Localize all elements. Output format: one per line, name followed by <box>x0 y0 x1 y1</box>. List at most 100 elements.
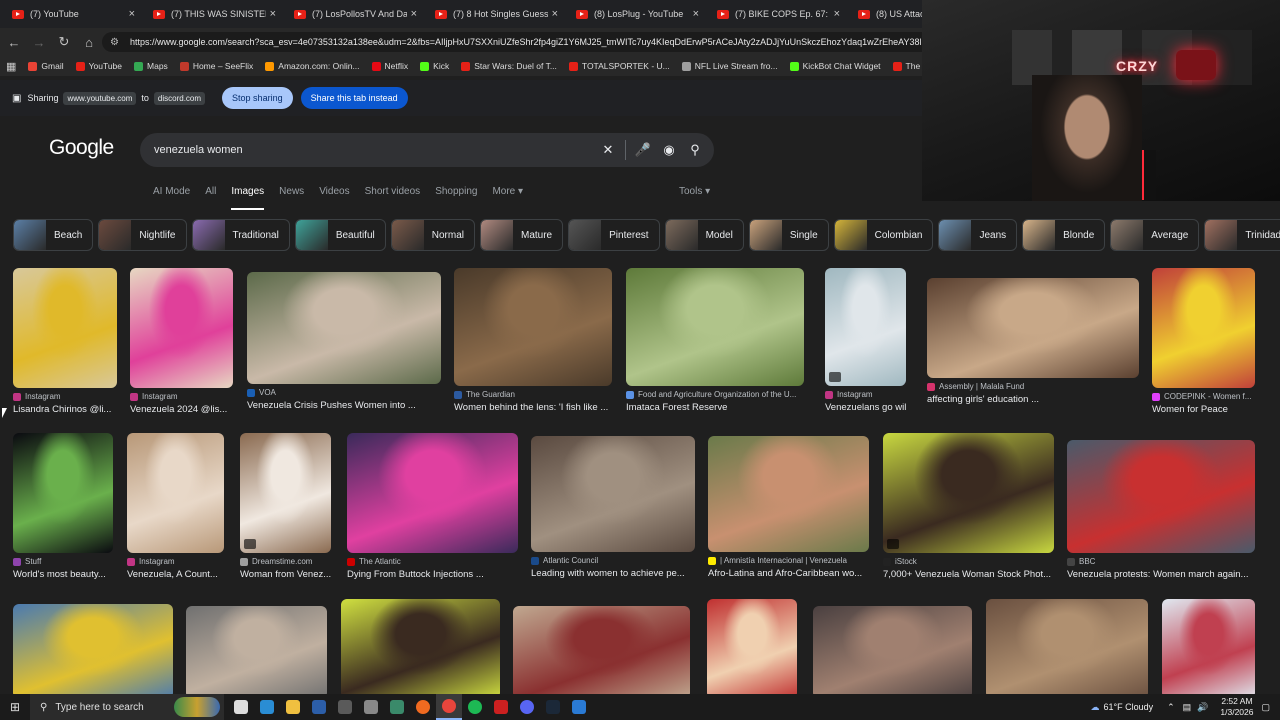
share-this-tab-button[interactable]: Share this tab instead <box>300 87 408 109</box>
result-image[interactable] <box>1152 268 1255 388</box>
browser-tab[interactable]: (7) 8 Hot Singles Guess W × <box>423 0 564 28</box>
result-image[interactable] <box>13 433 113 553</box>
result-title[interactable]: Women behind the lens: 'I fish like ... <box>454 402 612 413</box>
result-image[interactable] <box>927 278 1139 378</box>
close-icon[interactable]: × <box>411 8 417 20</box>
clock[interactable]: 2:52 AM 1/3/2026 <box>1220 696 1253 718</box>
tab-news[interactable]: News <box>279 186 304 210</box>
result-source[interactable]: CODEPINK - Women f... <box>1152 392 1255 401</box>
image-result[interactable]: Instagram Lisandra Chirinos @li... <box>13 268 117 415</box>
back-icon[interactable]: ← <box>3 31 25 53</box>
home-icon[interactable]: ⌂ <box>78 31 100 53</box>
image-result[interactable]: Atlantic Council Leading with women to ac… <box>531 436 695 579</box>
lens-camera-icon[interactable]: ◉ <box>656 142 682 158</box>
windows-start-icon[interactable]: ⊞ <box>2 694 28 720</box>
search-input[interactable]: venezuela women <box>154 144 595 156</box>
volume-icon[interactable]: 🔊 <box>1197 702 1208 713</box>
tools-button[interactable]: Tools ▾ <box>679 186 710 197</box>
result-title[interactable]: Venezuelans go wil... <box>825 402 906 413</box>
close-icon[interactable]: × <box>129 8 135 20</box>
result-source[interactable]: iStock <box>883 557 1054 566</box>
search-icon[interactable]: ⚲ <box>682 142 708 158</box>
result-image[interactable] <box>347 433 518 553</box>
result-title[interactable]: 7,000+ Venezuela Woman Stock Phot... <box>883 569 1054 580</box>
result-source[interactable]: The Atlantic <box>347 557 518 566</box>
result-title[interactable]: Venezuela Crisis Pushes Women into ... <box>247 400 441 411</box>
image-result[interactable] <box>186 606 327 697</box>
image-result[interactable] <box>1162 599 1255 697</box>
brave-icon[interactable] <box>410 694 436 720</box>
result-source[interactable]: Instagram <box>127 557 224 566</box>
image-result[interactable] <box>986 599 1148 697</box>
bookmark-item[interactable]: Home – SeeFlix <box>179 61 253 71</box>
browser-tab[interactable]: (7) LosPollosTV And Dad F × <box>282 0 423 28</box>
edge-icon[interactable] <box>254 694 280 720</box>
result-title[interactable]: affecting girls' education ... <box>927 394 1139 405</box>
image-result[interactable]: Stuff World's most beauty... <box>13 433 113 580</box>
result-image[interactable] <box>707 599 797 697</box>
result-source[interactable]: Stuff <box>13 557 113 566</box>
taskbar-search-placeholder[interactable]: Type here to search <box>55 702 143 713</box>
tab-images[interactable]: Images <box>231 186 265 210</box>
result-image[interactable] <box>186 606 327 697</box>
image-result[interactable]: Dreamstime.com Woman from Venez... <box>240 433 331 580</box>
browser-tab[interactable]: (7) BIKE COPS Ep. 67: One × <box>705 0 846 28</box>
chip-pinterest[interactable]: Pinterest <box>568 219 660 251</box>
result-source[interactable]: VOA <box>247 388 441 397</box>
chip-mature[interactable]: Mature <box>479 219 564 251</box>
result-source[interactable]: Dreamstime.com <box>240 557 331 566</box>
result-image[interactable] <box>1067 440 1255 553</box>
chip-beautiful[interactable]: Beautiful <box>294 219 386 251</box>
chevron-up-icon[interactable]: ⌃ <box>1167 702 1175 713</box>
calculator-icon[interactable] <box>332 694 358 720</box>
result-title[interactable]: Venezuela protests: Women march again... <box>1067 569 1255 580</box>
tab-ai-mode[interactable]: AI Mode <box>153 186 190 210</box>
image-result[interactable] <box>513 606 690 697</box>
bookmark-item[interactable]: YouTube <box>75 61 122 71</box>
bookmark-item[interactable]: Star Wars: Duel of T... <box>461 61 557 71</box>
result-image[interactable] <box>531 436 695 552</box>
result-source[interactable]: | Amnistía Internacional | Venezuela <box>708 556 869 565</box>
bookmark-item[interactable]: NFL Live Stream fro... <box>681 61 778 71</box>
image-result[interactable]: BBC Venezuela protests: Women march again… <box>1067 440 1255 580</box>
chip-jeans[interactable]: Jeans <box>938 219 1018 251</box>
browser-tab[interactable]: (8) LosPlug - YouTube × <box>564 0 705 28</box>
result-image[interactable] <box>986 599 1148 697</box>
result-image[interactable] <box>341 599 500 697</box>
result-image[interactable] <box>247 272 441 384</box>
bookmark-item[interactable]: Kick <box>420 61 449 71</box>
image-result[interactable]: iStock 7,000+ Venezuela Woman Stock Phot.… <box>883 433 1054 580</box>
result-image[interactable] <box>825 268 906 386</box>
bookmark-item[interactable]: TOTALSPORTEK - U... <box>568 61 670 71</box>
close-icon[interactable]: × <box>270 8 276 20</box>
result-title[interactable]: World's most beauty... <box>13 569 113 580</box>
search-box[interactable]: venezuela women ✕ 🎤 ◉ ⚲ <box>140 133 714 167</box>
apps-grid-icon[interactable]: ▦ <box>6 60 16 73</box>
result-source[interactable]: Instagram <box>13 392 117 401</box>
bookmark-item[interactable]: Gmail <box>28 61 64 71</box>
spotify-icon[interactable] <box>462 694 488 720</box>
image-result[interactable]: Instagram Venezuelans go wil... <box>825 268 906 413</box>
chip-single[interactable]: Single <box>748 219 829 251</box>
tab-videos[interactable]: Videos <box>319 186 349 210</box>
result-source[interactable]: The Guardian <box>454 390 612 399</box>
result-title[interactable]: Imataca Forest Reserve <box>626 402 804 413</box>
result-title[interactable]: Venezuela 2024 @lis... <box>130 404 233 415</box>
result-source[interactable]: Instagram <box>130 392 233 401</box>
address-bar[interactable]: ⚙ https://www.google.com/search?sca_esv=… <box>102 32 932 52</box>
weather-icon[interactable]: ☁ <box>1090 702 1099 713</box>
chrome-icon[interactable] <box>436 694 462 720</box>
app-icon[interactable] <box>566 694 592 720</box>
browser-tab[interactable]: (7) THIS WAS SINISTER! Lu × <box>141 0 282 28</box>
bookmark-item[interactable]: KickBot Chat Widget <box>789 61 881 71</box>
steam-icon[interactable] <box>540 694 566 720</box>
file-explorer-icon[interactable] <box>280 694 306 720</box>
clear-icon[interactable]: ✕ <box>595 142 621 158</box>
site-info-icon[interactable]: ⚙ <box>110 37 124 48</box>
result-source[interactable]: Instagram <box>825 390 906 399</box>
microphone-icon[interactable]: 🎤 <box>630 142 656 158</box>
result-title[interactable]: Lisandra Chirinos @li... <box>13 404 117 415</box>
result-image[interactable] <box>513 606 690 697</box>
chip-nightlife[interactable]: Nightlife <box>98 219 187 251</box>
result-image[interactable] <box>13 268 117 388</box>
